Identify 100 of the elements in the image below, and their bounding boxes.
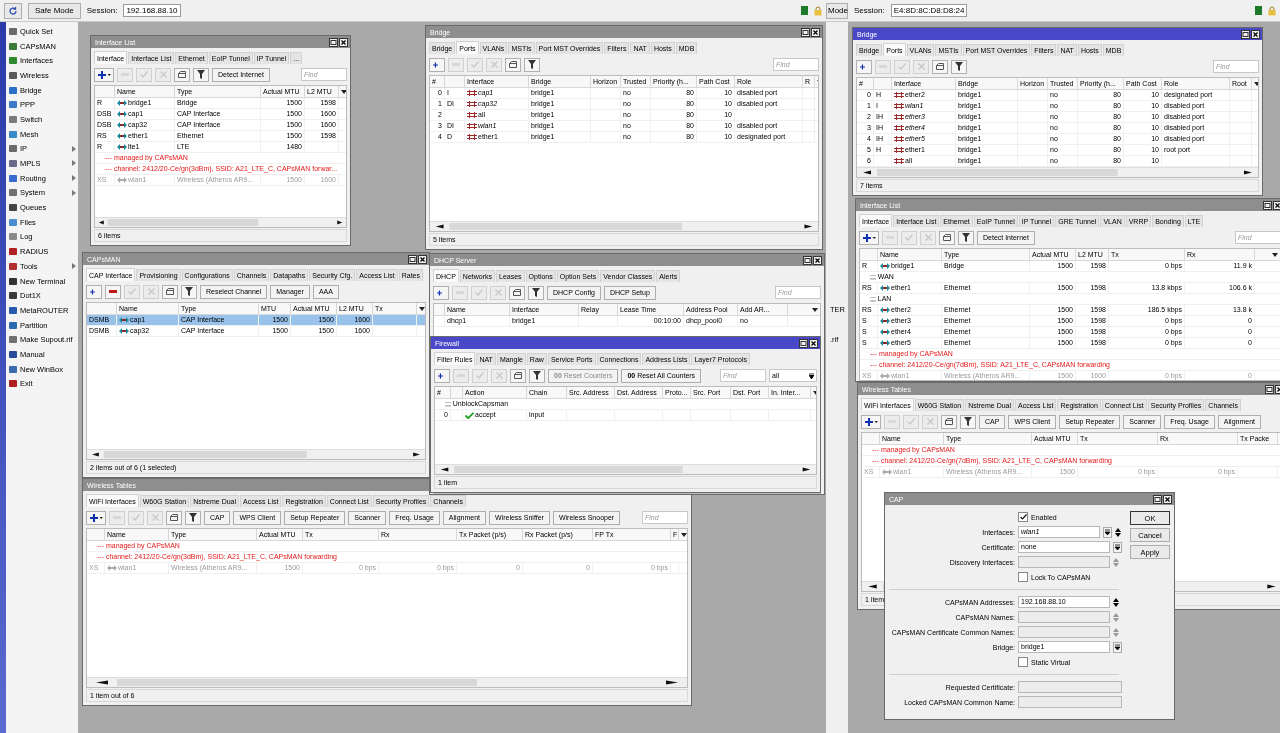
dropdown-icon[interactable]: [1113, 641, 1122, 653]
note-icon: [945, 418, 953, 425]
bridge-port-icon: [467, 134, 477, 140]
interface-icon: [880, 285, 890, 291]
maximize-icon[interactable]: [799, 338, 808, 348]
filter-button[interactable]: [528, 285, 544, 300]
square-icon: [9, 189, 17, 197]
up-down-icon[interactable]: [1113, 597, 1119, 607]
add-button[interactable]: [859, 230, 879, 245]
up-down-icon[interactable]: [1115, 527, 1121, 537]
funnel-icon: [964, 417, 972, 426]
interface-icon: [880, 263, 890, 269]
lock-icon: [1268, 5, 1276, 16]
filter-button[interactable]: [960, 414, 976, 429]
note-icon: [514, 372, 522, 379]
column-chooser-icon[interactable]: [419, 306, 425, 311]
filter-button[interactable]: [958, 230, 974, 245]
comment-button[interactable]: [162, 284, 178, 299]
interface-icon: [882, 469, 892, 475]
maximize-icon[interactable]: [408, 254, 417, 264]
checkbox[interactable]: [1018, 572, 1028, 582]
bridge-port-icon: [894, 92, 904, 98]
close-icon[interactable]: [418, 254, 427, 264]
maximize-icon[interactable]: [329, 37, 338, 47]
maximize-icon[interactable]: [801, 27, 810, 37]
close-icon[interactable]: [1163, 494, 1172, 504]
horizontal-scrollbar[interactable]: [87, 677, 687, 687]
filter-button[interactable]: [524, 57, 540, 72]
comment-button[interactable]: [510, 368, 526, 383]
dropdown-icon[interactable]: [1103, 526, 1112, 538]
interface-icon: [119, 317, 129, 323]
remove-button[interactable]: [105, 284, 121, 299]
session-field[interactable]: 192.168.88.10: [123, 4, 181, 17]
note-icon: [936, 63, 944, 70]
add-button[interactable]: [861, 414, 881, 429]
square-icon: [9, 145, 17, 153]
bridge-port-icon: [894, 125, 904, 131]
maximize-icon[interactable]: [1241, 29, 1250, 39]
session-field[interactable]: E4:8D:8C:D8:D8:24: [890, 4, 968, 17]
cross-icon: [494, 289, 502, 296]
maximize-icon[interactable]: [1265, 384, 1274, 394]
safe-mode-button[interactable]: Mode: [826, 2, 848, 19]
check-icon: [128, 288, 136, 295]
dropdown-icon[interactable]: [1113, 541, 1122, 553]
filter-button[interactable]: [193, 67, 209, 82]
maximize-icon[interactable]: [803, 255, 812, 265]
filter-button[interactable]: [181, 284, 197, 299]
square-icon: [9, 27, 17, 35]
interface-icon: [880, 340, 890, 346]
close-icon[interactable]: [1273, 200, 1280, 210]
checkbox[interactable]: [1018, 512, 1028, 522]
horizontal-scrollbar[interactable]: [435, 464, 816, 474]
add-button[interactable]: [94, 67, 114, 82]
close-icon[interactable]: [1251, 29, 1260, 39]
comment-button[interactable]: [932, 59, 948, 74]
comment-button[interactable]: [174, 67, 190, 82]
horizontal-scrollbar[interactable]: [87, 449, 425, 459]
add-button[interactable]: [86, 510, 106, 525]
filter-button[interactable]: [185, 510, 201, 525]
filter-button[interactable]: [529, 368, 545, 383]
funnel-icon: [528, 60, 536, 69]
square-icon: [9, 130, 17, 138]
maximize-icon[interactable]: [1263, 200, 1272, 210]
bridge-port-icon: [894, 114, 904, 120]
square-icon: [9, 365, 17, 373]
column-chooser-icon[interactable]: [1272, 252, 1278, 257]
funnel-icon: [955, 62, 963, 71]
status-square-icon: [1255, 6, 1262, 15]
column-chooser-icon[interactable]: [341, 89, 346, 94]
square-icon: [9, 292, 17, 300]
plus-icon: [97, 70, 111, 79]
comment-button[interactable]: [505, 57, 521, 72]
interface-icon: [117, 122, 127, 128]
column-chooser-icon[interactable]: [681, 532, 687, 537]
close-icon[interactable]: [339, 37, 348, 47]
comment-button[interactable]: [941, 414, 957, 429]
comment-button[interactable]: [166, 510, 182, 525]
horizontal-scrollbar[interactable]: [857, 167, 1258, 177]
cross-icon: [490, 61, 498, 68]
close-icon[interactable]: [813, 255, 822, 265]
checkbox[interactable]: [1018, 657, 1028, 667]
close-icon[interactable]: [811, 27, 820, 37]
refresh-button[interactable]: [4, 2, 22, 19]
close-icon[interactable]: [809, 338, 818, 348]
column-chooser-icon[interactable]: [1254, 81, 1258, 86]
column-chooser-icon[interactable]: [812, 307, 818, 312]
comment-button[interactable]: [509, 285, 525, 300]
status-square-icon: [801, 6, 808, 15]
safe-mode-button[interactable]: Safe Mode: [28, 2, 81, 19]
note-icon: [170, 514, 178, 521]
comment-button[interactable]: [939, 230, 955, 245]
square-icon: [9, 71, 17, 79]
maximize-icon[interactable]: [1153, 494, 1162, 504]
note-icon: [513, 289, 521, 296]
square-icon: [9, 101, 17, 109]
square-icon: [9, 233, 17, 241]
horizontal-scrollbar[interactable]: [430, 221, 818, 231]
submenu-arrow-icon: [72, 145, 76, 152]
filter-button[interactable]: [951, 59, 967, 74]
horizontal-scrollbar[interactable]: [95, 217, 346, 227]
